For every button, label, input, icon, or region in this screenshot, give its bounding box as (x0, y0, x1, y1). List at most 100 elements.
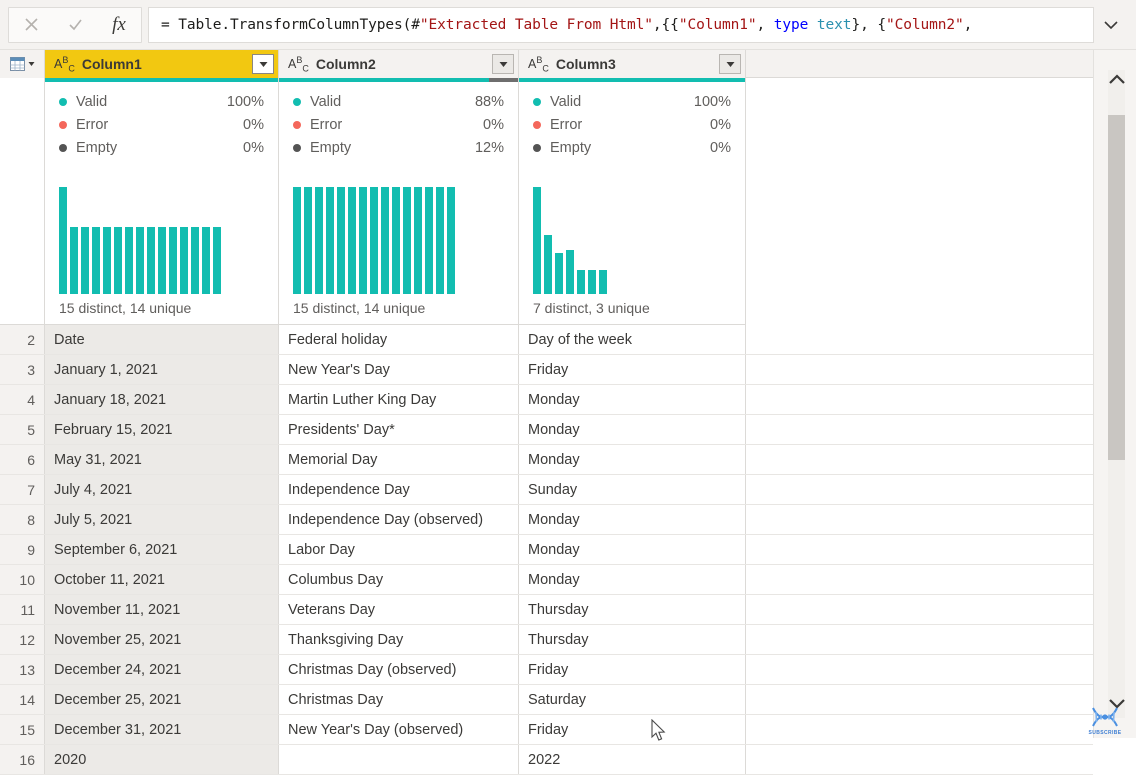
table-cell[interactable]: Thanksgiving Day (279, 625, 519, 654)
quality-error-row: Error 0% (59, 113, 264, 136)
table-cell[interactable]: January 18, 2021 (45, 385, 279, 414)
table-cell[interactable]: Columbus Day (279, 565, 519, 594)
column-header-column1[interactable]: ABC Column1 (45, 50, 279, 78)
vertical-scrollbar[interactable]: SUBSCRIBE (1088, 50, 1136, 738)
table-cell[interactable]: December 31, 2021 (45, 715, 279, 744)
table-cell[interactable]: February 15, 2021 (45, 415, 279, 444)
empty-dot-icon (533, 143, 541, 152)
table-row[interactable]: 10 October 11, 2021 Columbus Day Monday (0, 565, 1093, 595)
column-filter-dropdown[interactable] (719, 54, 741, 74)
histogram-bar (202, 227, 210, 294)
table-row[interactable]: 3 January 1, 2021 New Year's Day Friday (0, 355, 1093, 385)
formula-input[interactable]: = Table.TransformColumnTypes(#"Extracted… (148, 6, 1094, 43)
table-row[interactable]: 16 2020 2022 (0, 745, 1093, 775)
table-row[interactable]: 15 December 31, 2021 New Year's Day (obser… (0, 715, 1093, 745)
table-cell[interactable]: Independence Day (279, 475, 519, 504)
table-cell[interactable]: Christmas Day (279, 685, 519, 714)
table-row[interactable]: 5 February 15, 2021 Presidents' Day* Monday (0, 415, 1093, 445)
scroll-thumb[interactable] (1108, 115, 1125, 460)
histogram-bar (436, 186, 444, 294)
valid-dot-icon (59, 97, 67, 106)
table-cell[interactable]: New Year's Day (observed) (279, 715, 519, 744)
table-cell[interactable]: Thursday (519, 625, 746, 654)
table-cell[interactable]: Date (45, 325, 279, 354)
quality-error-row: Error 0% (293, 113, 504, 136)
table-row[interactable]: 12 November 25, 2021 Thanksgiving Day Thurs… (0, 625, 1093, 655)
table-cell[interactable]: May 31, 2021 (45, 445, 279, 474)
histogram-bar (425, 186, 433, 294)
table-cell[interactable]: 2022 (519, 745, 746, 774)
column-header-column3[interactable]: ABC Column3 (519, 50, 746, 78)
column-quality-panels: Valid 100% Error 0% Empty 0% 15 distinct, 14 u… (0, 78, 1093, 325)
table-cell[interactable]: Saturday (519, 685, 746, 714)
table-row[interactable]: 9 September 6, 2021 Labor Day Monday (0, 535, 1093, 565)
table-cell[interactable]: Independence Day (observed) (279, 505, 519, 534)
table-row[interactable]: 2 Date Federal holiday Day of the week (0, 325, 1093, 355)
table-cell[interactable]: September 6, 2021 (45, 535, 279, 564)
table-cell[interactable]: December 24, 2021 (45, 655, 279, 684)
table-cell[interactable]: Christmas Day (observed) (279, 655, 519, 684)
table-cell[interactable]: December 25, 2021 (45, 685, 279, 714)
column-filter-dropdown[interactable] (492, 54, 514, 74)
table-cell[interactable]: Thursday (519, 595, 746, 624)
table-cell[interactable]: November 11, 2021 (45, 595, 279, 624)
table-cell[interactable]: October 11, 2021 (45, 565, 279, 594)
table-cell[interactable]: Labor Day (279, 535, 519, 564)
table-cell[interactable]: Monday (519, 565, 746, 594)
table-row[interactable]: 8 July 5, 2021 Independence Day (observed)… (0, 505, 1093, 535)
histogram-bar (136, 227, 144, 294)
quality-stats: Valid 88% Error 0% Empty 12% (279, 82, 518, 159)
table-cell[interactable]: Monday (519, 385, 746, 414)
checkmark-icon[interactable] (53, 8, 97, 42)
quality-valid-row: Valid 100% (59, 90, 264, 113)
error-dot-icon (293, 120, 301, 129)
row-number: 4 (0, 385, 45, 414)
table-cell[interactable]: Federal holiday (279, 325, 519, 354)
table-cell[interactable]: Friday (519, 655, 746, 684)
table-cell[interactable]: 2020 (45, 745, 279, 774)
table-row[interactable]: 13 December 24, 2021 Christmas Day (observ… (0, 655, 1093, 685)
data-rows: 2 Date Federal holiday Day of the week 3 Janu… (0, 325, 1093, 775)
table-cell[interactable]: Presidents' Day* (279, 415, 519, 444)
chevron-up-icon[interactable] (1104, 66, 1130, 92)
table-row[interactable]: 7 July 4, 2021 Independence Day Sunday (0, 475, 1093, 505)
chevron-down-icon[interactable] (1094, 8, 1128, 42)
table-cell[interactable]: Memorial Day (279, 445, 519, 474)
select-all-table-icon[interactable] (0, 50, 45, 78)
table-row[interactable]: 6 May 31, 2021 Memorial Day Monday (0, 445, 1093, 475)
table-cell[interactable]: Veterans Day (279, 595, 519, 624)
table-row[interactable]: 4 January 18, 2021 Martin Luther King Day M… (0, 385, 1093, 415)
close-icon[interactable] (9, 8, 53, 42)
table-cell[interactable]: Sunday (519, 475, 746, 504)
histogram-bar (59, 186, 67, 294)
fx-icon[interactable]: fx (97, 8, 141, 42)
table-row[interactable]: 11 November 11, 2021 Veterans Day Thursday (0, 595, 1093, 625)
valid-dot-icon (533, 97, 541, 106)
table-cell[interactable]: Monday (519, 505, 746, 534)
column-header-column2[interactable]: ABC Column2 (279, 50, 519, 78)
table-cell[interactable]: Monday (519, 535, 746, 564)
table-cell[interactable]: New Year's Day (279, 355, 519, 384)
text-type-icon: ABC (288, 54, 309, 74)
table-cell[interactable]: Monday (519, 445, 746, 474)
table-cell[interactable]: Day of the week (519, 325, 746, 354)
column-filter-dropdown[interactable] (252, 54, 274, 74)
table-cell[interactable]: Friday (519, 715, 746, 744)
distinct-unique-label: 15 distinct, 14 unique (293, 300, 426, 316)
table-cell[interactable]: Martin Luther King Day (279, 385, 519, 414)
quality-error-row: Error 0% (533, 113, 731, 136)
table-cell[interactable]: January 1, 2021 (45, 355, 279, 384)
table-cell[interactable] (279, 745, 519, 774)
histogram-bar (147, 227, 155, 294)
table-cell[interactable]: July 4, 2021 (45, 475, 279, 504)
table-cell[interactable]: November 25, 2021 (45, 625, 279, 654)
table-cell[interactable]: Monday (519, 415, 746, 444)
chevron-down-icon[interactable] (1104, 690, 1130, 716)
quality-stats: Valid 100% Error 0% Empty 0% (519, 82, 745, 159)
table-row[interactable]: 14 December 25, 2021 Christmas Day Saturday (0, 685, 1093, 715)
row-number: 8 (0, 505, 45, 534)
valid-percent: 100% (693, 93, 731, 110)
table-cell[interactable]: Friday (519, 355, 746, 384)
table-cell[interactable]: July 5, 2021 (45, 505, 279, 534)
quality-empty-row: Empty 0% (59, 136, 264, 159)
